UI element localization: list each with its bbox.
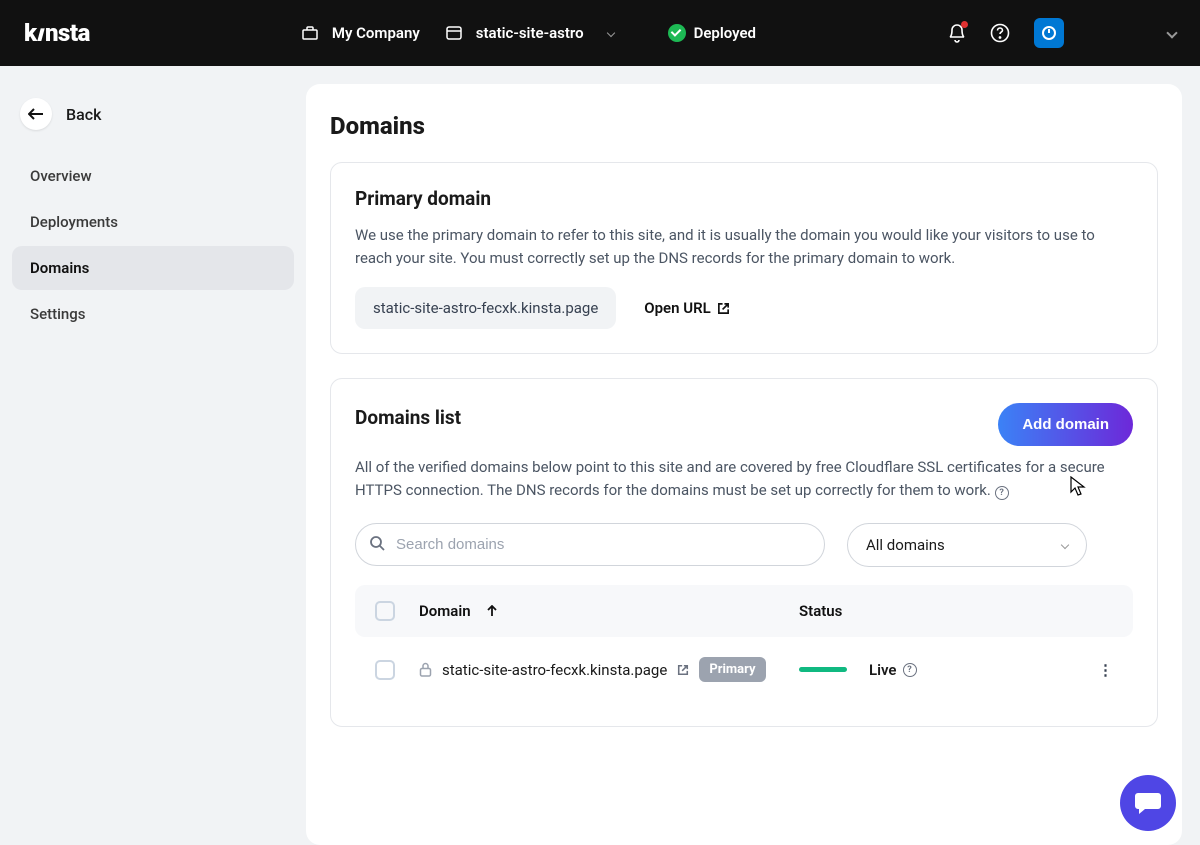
- primary-domain-value: static-site-astro-fecxk.kinsta.page: [355, 287, 616, 329]
- avatar[interactable]: [1034, 18, 1064, 48]
- chevron-down-icon: [1061, 541, 1069, 549]
- notification-dot: [961, 21, 968, 28]
- sort-asc-icon: [487, 605, 497, 617]
- primary-badge: Primary: [699, 657, 765, 682]
- column-status-header[interactable]: Status: [799, 602, 1079, 620]
- add-domain-button[interactable]: Add domain: [998, 403, 1133, 446]
- sidebar-item-deployments[interactable]: Deployments: [12, 200, 294, 244]
- topbar: kınsta My Company static-site-astro Depl…: [0, 0, 1200, 66]
- external-link-icon: [717, 302, 730, 315]
- briefcase-icon: [302, 26, 318, 40]
- open-url-label: Open URL: [644, 299, 710, 317]
- row-domain[interactable]: static-site-astro-fecxk.kinsta.page: [442, 661, 667, 679]
- domains-list-heading: Domains list: [355, 406, 461, 429]
- chat-widget[interactable]: [1120, 775, 1176, 831]
- help-hint-icon[interactable]: ?: [995, 486, 1009, 500]
- table-header: Domain Status: [355, 585, 1133, 637]
- search-icon: [369, 535, 385, 551]
- lock-icon: [419, 662, 432, 677]
- breadcrumb: My Company static-site-astro Deployed: [302, 24, 756, 42]
- notifications-button[interactable]: [948, 23, 966, 43]
- logo-text: kınsta: [24, 19, 90, 47]
- deploy-status-label: Deployed: [694, 24, 756, 42]
- sidebar-item-settings[interactable]: Settings: [12, 292, 294, 336]
- back-button[interactable]: [20, 98, 52, 130]
- user-menu-chevron-icon[interactable]: [1166, 27, 1177, 38]
- company-name[interactable]: My Company: [332, 24, 420, 42]
- main-content: Domains Primary domain We use the primar…: [306, 84, 1182, 845]
- domains-list-card: Domains list Add domain All of the verif…: [330, 378, 1158, 727]
- deploy-status: Deployed: [668, 24, 756, 42]
- table-row: static-site-astro-fecxk.kinsta.page Prim…: [355, 637, 1133, 702]
- filter-select[interactable]: All domains: [847, 523, 1087, 567]
- row-checkbox[interactable]: [375, 660, 395, 680]
- page-title: Domains: [330, 112, 1158, 140]
- domains-list-desc: All of the verified domains below point …: [355, 456, 1133, 501]
- site-name[interactable]: static-site-astro: [476, 24, 584, 42]
- status-bar-icon: [799, 667, 847, 672]
- sidebar-item-domains[interactable]: Domains: [12, 246, 294, 290]
- tab-icon: [446, 26, 462, 40]
- open-url-link[interactable]: Open URL: [644, 299, 729, 317]
- filter-value: All domains: [866, 536, 945, 554]
- select-all-checkbox[interactable]: [375, 601, 395, 621]
- search-input[interactable]: [355, 523, 825, 566]
- sidebar-item-overview[interactable]: Overview: [12, 154, 294, 198]
- primary-domain-desc: We use the primary domain to refer to th…: [355, 224, 1133, 269]
- back-label: Back: [66, 105, 101, 124]
- external-link-icon[interactable]: [677, 664, 689, 676]
- column-domain-header[interactable]: Domain: [419, 602, 799, 620]
- primary-domain-heading: Primary domain: [355, 187, 1133, 210]
- primary-domain-card: Primary domain We use the primary domain…: [330, 162, 1158, 354]
- row-status: Live ?: [869, 661, 917, 679]
- check-circle-icon: [668, 24, 686, 42]
- help-hint-icon[interactable]: ?: [903, 663, 917, 677]
- row-actions-button[interactable]: ⋮: [1098, 661, 1113, 679]
- sidebar: Back Overview Deployments Domains Settin…: [0, 66, 306, 845]
- help-button[interactable]: [990, 23, 1010, 43]
- logo[interactable]: kınsta: [24, 19, 90, 47]
- chevron-down-icon[interactable]: [606, 29, 614, 37]
